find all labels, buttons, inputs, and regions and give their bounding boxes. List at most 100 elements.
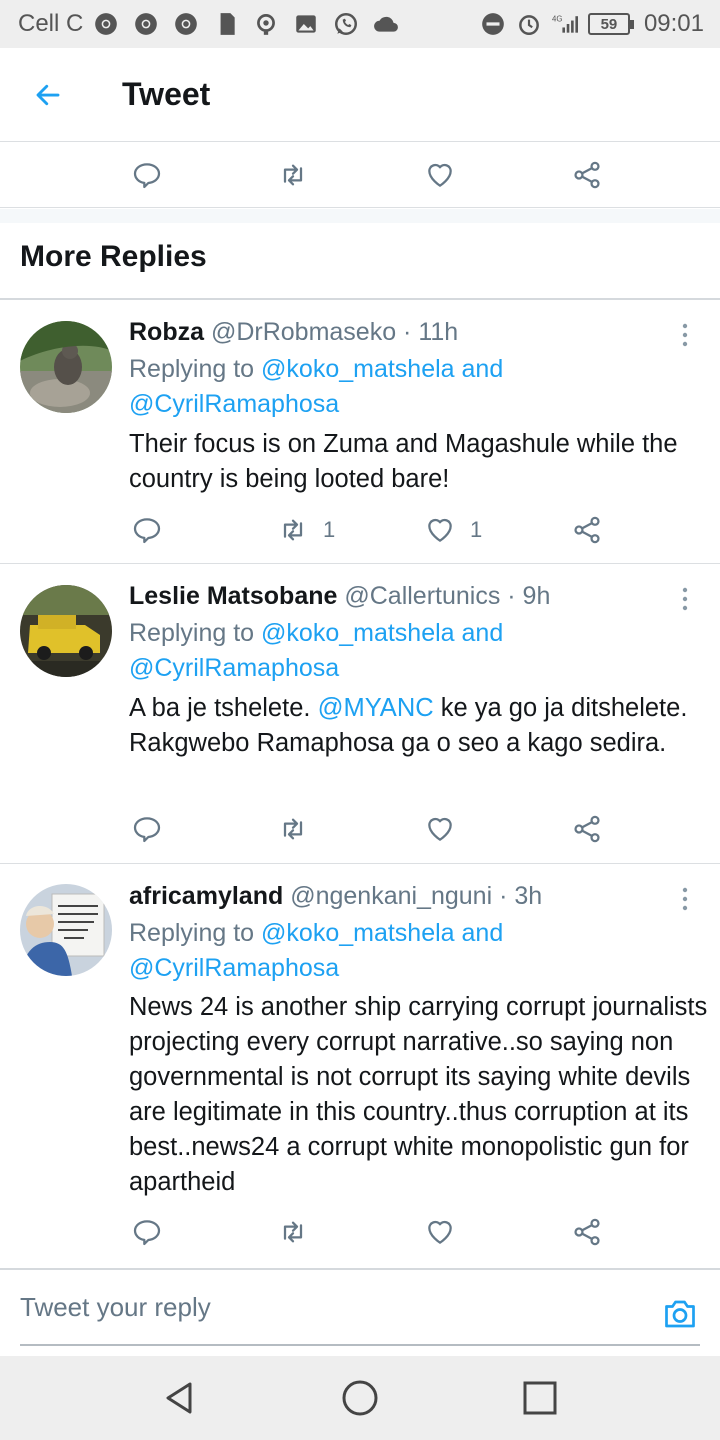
- mention-link[interactable]: @CyrilRamaphosa: [129, 654, 339, 682]
- avatar-image: [20, 585, 112, 677]
- share-icon: [574, 1218, 600, 1246]
- top-app-bar: Tweet: [0, 48, 720, 142]
- avatar-image: [20, 321, 112, 413]
- reply-tweet[interactable]: africamyland @ngenkani_nguni · 3h Replyi…: [0, 864, 720, 1268]
- share-icon: [574, 516, 600, 544]
- more-options-button[interactable]: [668, 318, 702, 352]
- battery-indicator: 59: [587, 13, 634, 35]
- reply-tweet[interactable]: Robza @DrRobmaseko · 11h Replying to @ko…: [0, 300, 720, 564]
- handle-time: @ngenkani_nguni · 3h: [290, 882, 543, 910]
- more-vertical-icon: [682, 887, 688, 911]
- reply-icon: [133, 1220, 161, 1246]
- mention-link[interactable]: @MYANC: [318, 694, 434, 722]
- avatar-image: [20, 884, 112, 976]
- reply-text-part: A ba je tshelete.: [129, 694, 318, 722]
- reply-icon: [133, 817, 161, 843]
- like-button[interactable]: 1: [424, 514, 482, 546]
- main-tweet-actions: [0, 142, 720, 208]
- retweet-icon: [283, 164, 303, 186]
- heart-icon: [428, 1220, 452, 1244]
- more-vertical-icon: [682, 587, 688, 611]
- back-triangle-icon[interactable]: [160, 1378, 200, 1418]
- reply-button[interactable]: [131, 1216, 163, 1248]
- replying-label: Replying to: [129, 919, 262, 947]
- avatar[interactable]: [20, 585, 112, 677]
- recents-square-icon[interactable]: [520, 1378, 560, 1418]
- like-count: 1: [470, 517, 483, 542]
- heart-icon: [428, 817, 452, 841]
- reply-button[interactable]: [131, 813, 163, 845]
- more-vertical-icon: [682, 323, 688, 347]
- reply-button[interactable]: [131, 159, 163, 191]
- clock: 09:01: [643, 10, 704, 37]
- cloud-icon: [374, 16, 399, 32]
- handle-time: @DrRobmaseko · 11h: [210, 318, 459, 346]
- carrier-label: Cell C: [18, 10, 84, 37]
- display-name[interactable]: Robza: [129, 318, 204, 346]
- sd-card-icon: [220, 13, 236, 35]
- location-icon: [257, 13, 276, 35]
- reply-text: A ba je tshelete. @MYANC ke ya go ja dit…: [129, 691, 709, 761]
- replying-to: Replying to @koko_matshela and @CyrilRama…: [129, 916, 689, 986]
- avatar[interactable]: [20, 884, 112, 976]
- back-button[interactable]: [18, 65, 78, 125]
- system-nav-bar: [0, 1356, 720, 1440]
- mention-link[interactable]: @CyrilRamaphosa: [129, 954, 339, 982]
- section-heading: More Replies: [20, 240, 207, 273]
- camera-icon[interactable]: [662, 1296, 698, 1332]
- reply-composer: Tweet your reply: [0, 1268, 720, 1356]
- like-button[interactable]: [424, 1216, 456, 1248]
- reply-button[interactable]: [131, 514, 163, 546]
- like-button[interactable]: [424, 813, 456, 845]
- chrome-icon: [135, 13, 158, 35]
- retweet-icon: [283, 818, 303, 840]
- share-button[interactable]: [571, 1216, 603, 1248]
- share-button[interactable]: [571, 813, 603, 845]
- home-circle-icon[interactable]: [340, 1378, 380, 1418]
- mention-link[interactable]: @koko_matshela and: [261, 355, 503, 383]
- status-bar: Cell C 4G 59 09:01: [0, 0, 720, 48]
- more-options-button[interactable]: [668, 882, 702, 916]
- more-options-button[interactable]: [668, 582, 702, 616]
- whatsapp-icon: [335, 13, 358, 35]
- heart-icon: [428, 518, 452, 542]
- chrome-icon: [175, 13, 198, 35]
- alarm-icon: [519, 15, 539, 35]
- share-button[interactable]: [571, 159, 603, 191]
- replying-label: Replying to: [129, 355, 262, 383]
- retweet-button[interactable]: [277, 1216, 309, 1248]
- mention-link[interactable]: @koko_matshela and: [261, 919, 503, 947]
- avatar[interactable]: [20, 321, 112, 413]
- reply-icon: [133, 163, 161, 189]
- display-name[interactable]: africamyland: [129, 882, 283, 910]
- heart-icon: [428, 163, 452, 187]
- retweet-count: 1: [323, 517, 336, 542]
- retweet-button[interactable]: [277, 159, 309, 191]
- notification-icons: [93, 11, 399, 37]
- do-not-disturb-icon: [482, 13, 504, 35]
- section-divider: [0, 209, 720, 223]
- display-name[interactable]: Leslie Matsobane: [129, 582, 337, 610]
- reply-text: News 24 is another ship carrying corrupt…: [129, 993, 708, 1196]
- retweet-icon: [283, 1221, 303, 1243]
- reply-tweet[interactable]: Leslie Matsobane @Callertunics · 9h Repl…: [0, 564, 720, 864]
- mention-link[interactable]: @koko_matshela and: [261, 619, 503, 647]
- reply-input[interactable]: Tweet your reply: [20, 1270, 700, 1346]
- network-type: 4G: [552, 14, 562, 23]
- share-button[interactable]: [571, 514, 603, 546]
- like-button[interactable]: [424, 159, 456, 191]
- signal-icon: 4G: [552, 14, 578, 33]
- gallery-icon: [296, 15, 317, 33]
- mention-link[interactable]: @CyrilRamaphosa: [129, 390, 339, 418]
- retweet-button[interactable]: [277, 813, 309, 845]
- reply-header: Robza @DrRobmaseko · 11h: [129, 318, 458, 347]
- page-title: Tweet: [122, 76, 211, 112]
- reply-header: Leslie Matsobane @Callertunics · 9h: [129, 582, 550, 611]
- retweet-icon: [283, 519, 303, 541]
- reply-text: Their focus is on Zuma and Magashule whi…: [129, 430, 678, 493]
- retweet-button[interactable]: 1: [277, 514, 335, 546]
- back-arrow-icon: [36, 84, 60, 105]
- reply-icon: [133, 518, 161, 544]
- replying-label: Replying to: [129, 619, 262, 647]
- share-icon: [574, 815, 600, 843]
